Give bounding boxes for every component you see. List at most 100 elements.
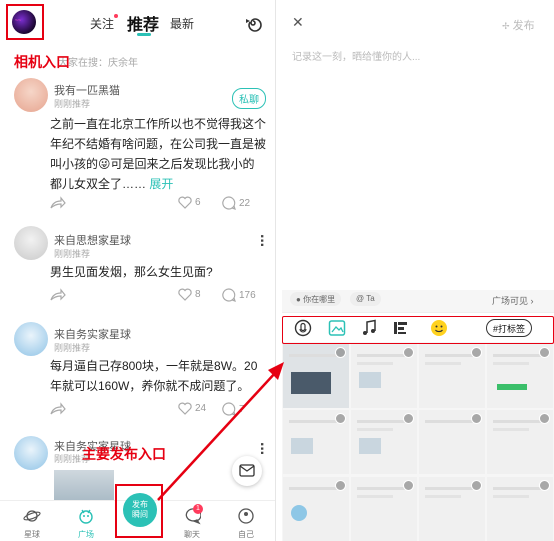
square-icon [79,509,93,524]
compose-placeholder: 记录这一刻，晒给懂你的人... [292,52,421,63]
publish-entry-highlight [115,484,163,538]
select-circle[interactable] [403,413,414,425]
publish-entry-annotation: 主要发布入口 [82,446,166,462]
publish-button-label: 发布 [512,20,535,32]
share-icon[interactable] [50,288,66,302]
publish-button[interactable]: ✢ 发布 [502,17,535,33]
like-count: 8 [195,289,201,300]
location-chip[interactable]: ● 你在哪里 [290,292,342,306]
nav-square-label: 广场 [78,530,94,539]
nav-planet[interactable]: 星球 [12,507,52,540]
nav-moments[interactable]: 聊天 1 [172,504,212,540]
heart-icon [178,402,192,415]
post-username[interactable]: 我有一匹黑猫 [54,82,120,98]
avatar[interactable] [14,322,48,356]
post-actions: 8 176 [50,288,266,304]
nav-me[interactable]: 自己 [226,507,266,540]
more-options-icon[interactable]: ··· [252,442,270,455]
heart-icon [178,288,192,301]
post-time: 刚刚推荐 [54,343,91,353]
gallery-thumb[interactable] [487,344,553,408]
comment-icon [222,196,236,210]
avatar[interactable] [14,226,48,260]
select-circle[interactable] [335,347,346,358]
gallery-thumb[interactable] [283,410,349,475]
comment-count: 22 [239,197,251,209]
mention-chip[interactable]: @ Ta [350,292,381,306]
send-icon: ✢ [502,21,510,31]
profile-icon [238,508,254,524]
envelope-icon [239,464,255,477]
comment-button[interactable]: 176 [222,288,256,302]
post-actions: 6 22 [50,196,266,212]
comment-icon [222,402,236,416]
expand-link[interactable]: 展开 [149,177,173,191]
location-pin-icon: ● [296,295,301,304]
comment-count: 7 [239,403,245,415]
select-circle[interactable] [335,479,346,491]
like-count: 6 [195,197,201,208]
select-circle[interactable] [539,347,550,358]
gallery-thumb[interactable] [419,410,485,475]
avatar[interactable] [14,436,48,470]
compose-text-area[interactable]: 记录这一刻，晒给懂你的人... [282,40,554,290]
tab-follow-label: 关注 [90,17,115,31]
gallery-thumb[interactable] [487,476,553,541]
post-time: 刚刚推荐 [54,249,91,259]
at-icon: @ [356,294,365,303]
share-icon[interactable] [50,196,66,210]
post-username[interactable]: 来自务实家星球 [54,326,131,342]
comment-button[interactable]: 22 [222,196,250,210]
select-circle[interactable] [471,413,482,425]
nav-me-label: 自己 [238,530,254,539]
gallery-thumb[interactable] [419,344,485,408]
spiral-icon[interactable] [244,14,262,32]
gallery-thumb[interactable] [419,476,485,541]
gallery-thumb[interactable] [351,410,417,475]
gallery-thumb[interactable] [283,476,349,541]
like-button[interactable]: 6 [178,196,201,209]
planet-icon [23,510,41,522]
tab-latest[interactable]: 最新 [170,15,194,32]
gallery-thumb[interactable] [283,344,349,408]
select-circle[interactable] [539,479,550,491]
like-count: 24 [195,403,207,414]
post-content: 每月逼自己存800块，一年就是8W。20年就可以160W，养你就不成问题了。 [50,359,258,393]
photo-gallery [282,344,554,541]
share-icon[interactable] [50,402,66,416]
visibility-selector[interactable]: 广场可见 › [492,294,534,307]
close-icon[interactable]: ✕ [292,14,304,31]
comment-button[interactable]: 7 [222,402,245,416]
camera-entry-highlight [6,4,44,40]
comment-icon [222,288,236,302]
select-circle[interactable] [539,413,550,425]
heart-icon [178,196,192,209]
camera-entry-annotation: 相机入口 [14,54,70,70]
nav-moments-label: 聊天 [184,530,200,539]
post-time: 刚刚推荐 [54,99,91,109]
like-button[interactable]: 24 [178,402,206,415]
more-options-icon[interactable]: ··· [252,234,270,247]
nav-square[interactable]: 广场 [66,507,106,540]
gallery-thumb[interactable] [351,476,417,541]
avatar[interactable] [14,78,48,112]
search-hint[interactable]: 大家在搜：庆余年 [58,54,138,69]
select-circle[interactable] [335,413,346,425]
select-circle[interactable] [471,479,482,491]
select-circle[interactable] [403,479,414,491]
message-float-button[interactable] [232,456,262,486]
mention-label: Ta [366,294,375,303]
select-circle[interactable] [471,347,482,358]
compose-toolbar-highlight [282,316,554,344]
nav-planet-label: 星球 [24,530,40,539]
location-label: 你在哪里 [303,295,336,304]
post-username[interactable]: 来自思想家星球 [54,232,131,248]
tab-follow[interactable]: 关注 [90,14,119,32]
unread-dot [114,14,119,18]
private-chat-button[interactable]: 私聊 [232,88,266,109]
gallery-thumb[interactable] [487,410,553,475]
select-circle[interactable] [403,347,414,358]
gallery-thumb[interactable] [351,344,417,408]
like-button[interactable]: 8 [178,288,201,301]
tab-recommend[interactable]: 推荐 [127,11,159,35]
